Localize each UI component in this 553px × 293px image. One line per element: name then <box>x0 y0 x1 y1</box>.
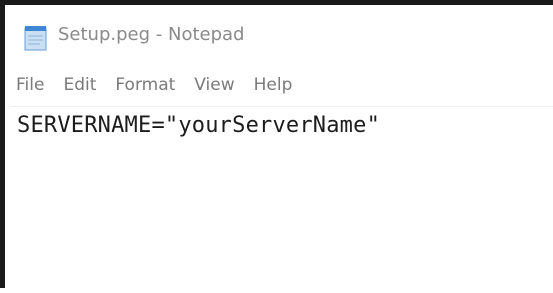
window-title: Setup.peg - Notepad <box>58 24 245 45</box>
menu-edit[interactable]: Edit <box>63 75 96 95</box>
text-editor-area[interactable]: SERVERNAME="yourServerName" <box>10 106 553 293</box>
notepad-icon <box>24 25 48 51</box>
notepad-window: Setup.peg - Notepad File Edit Format Vie… <box>0 0 553 293</box>
menu-file[interactable]: File <box>16 75 44 95</box>
menu-bar: File Edit Format View Help <box>10 64 553 106</box>
title-bar[interactable]: Setup.peg - Notepad <box>10 10 553 64</box>
editor-content[interactable]: SERVERNAME="yourServerName" <box>17 113 380 138</box>
menu-view[interactable]: View <box>194 75 234 95</box>
menu-format[interactable]: Format <box>115 75 175 95</box>
menu-help[interactable]: Help <box>254 75 293 95</box>
